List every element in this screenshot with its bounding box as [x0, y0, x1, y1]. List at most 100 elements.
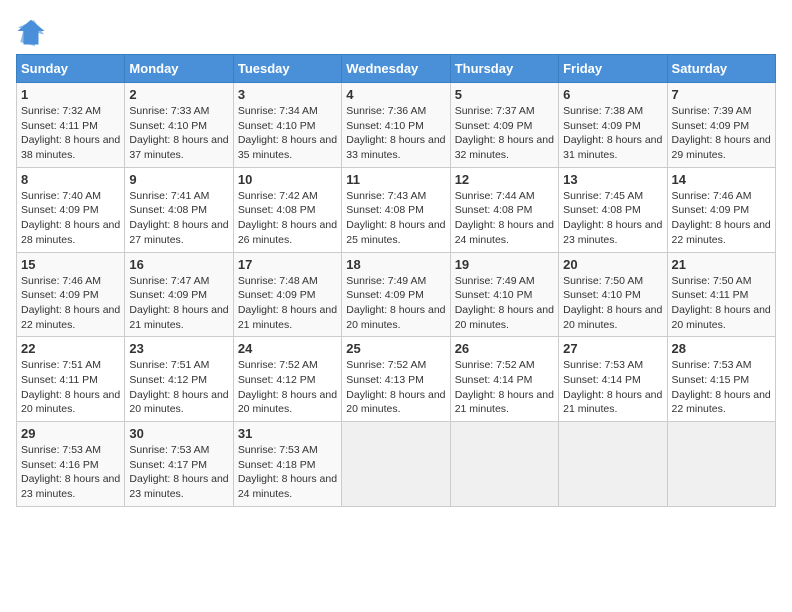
- calendar-cell: 2 Sunrise: 7:33 AMSunset: 4:10 PMDayligh…: [125, 83, 233, 168]
- calendar-cell: 3 Sunrise: 7:34 AMSunset: 4:10 PMDayligh…: [233, 83, 341, 168]
- calendar-cell: 26 Sunrise: 7:52 AMSunset: 4:14 PMDaylig…: [450, 337, 558, 422]
- day-number: 22: [21, 341, 120, 356]
- day-number: 14: [672, 172, 771, 187]
- calendar-cell: [450, 422, 558, 507]
- calendar-week-row: 8 Sunrise: 7:40 AMSunset: 4:09 PMDayligh…: [17, 167, 776, 252]
- day-number: 16: [129, 257, 228, 272]
- day-number: 13: [563, 172, 662, 187]
- calendar-cell: 5 Sunrise: 7:37 AMSunset: 4:09 PMDayligh…: [450, 83, 558, 168]
- day-number: 25: [346, 341, 445, 356]
- calendar-cell: 10 Sunrise: 7:42 AMSunset: 4:08 PMDaylig…: [233, 167, 341, 252]
- day-info: Sunrise: 7:45 AMSunset: 4:08 PMDaylight:…: [563, 190, 662, 246]
- calendar-header-tuesday: Tuesday: [233, 55, 341, 83]
- calendar-cell: 4 Sunrise: 7:36 AMSunset: 4:10 PMDayligh…: [342, 83, 450, 168]
- day-info: Sunrise: 7:50 AMSunset: 4:11 PMDaylight:…: [672, 275, 771, 331]
- day-number: 29: [21, 426, 120, 441]
- calendar-table: SundayMondayTuesdayWednesdayThursdayFrid…: [16, 54, 776, 507]
- calendar-header-row: SundayMondayTuesdayWednesdayThursdayFrid…: [17, 55, 776, 83]
- day-info: Sunrise: 7:53 AMSunset: 4:16 PMDaylight:…: [21, 444, 120, 500]
- day-info: Sunrise: 7:32 AMSunset: 4:11 PMDaylight:…: [21, 105, 120, 161]
- day-info: Sunrise: 7:52 AMSunset: 4:12 PMDaylight:…: [238, 359, 337, 415]
- day-number: 1: [21, 87, 120, 102]
- calendar-cell: 8 Sunrise: 7:40 AMSunset: 4:09 PMDayligh…: [17, 167, 125, 252]
- calendar-cell: 17 Sunrise: 7:48 AMSunset: 4:09 PMDaylig…: [233, 252, 341, 337]
- day-info: Sunrise: 7:46 AMSunset: 4:09 PMDaylight:…: [672, 190, 771, 246]
- day-number: 28: [672, 341, 771, 356]
- day-number: 4: [346, 87, 445, 102]
- logo-icon: [16, 16, 46, 46]
- day-info: Sunrise: 7:39 AMSunset: 4:09 PMDaylight:…: [672, 105, 771, 161]
- day-number: 8: [21, 172, 120, 187]
- day-info: Sunrise: 7:40 AMSunset: 4:09 PMDaylight:…: [21, 190, 120, 246]
- page-header: [16, 16, 776, 46]
- day-number: 31: [238, 426, 337, 441]
- day-number: 23: [129, 341, 228, 356]
- calendar-header-wednesday: Wednesday: [342, 55, 450, 83]
- day-number: 17: [238, 257, 337, 272]
- day-number: 9: [129, 172, 228, 187]
- calendar-cell: 28 Sunrise: 7:53 AMSunset: 4:15 PMDaylig…: [667, 337, 775, 422]
- day-number: 21: [672, 257, 771, 272]
- day-info: Sunrise: 7:41 AMSunset: 4:08 PMDaylight:…: [129, 190, 228, 246]
- calendar-header-friday: Friday: [559, 55, 667, 83]
- day-number: 11: [346, 172, 445, 187]
- calendar-cell: 14 Sunrise: 7:46 AMSunset: 4:09 PMDaylig…: [667, 167, 775, 252]
- day-info: Sunrise: 7:49 AMSunset: 4:09 PMDaylight:…: [346, 275, 445, 331]
- calendar-header-monday: Monday: [125, 55, 233, 83]
- day-info: Sunrise: 7:52 AMSunset: 4:14 PMDaylight:…: [455, 359, 554, 415]
- calendar-week-row: 22 Sunrise: 7:51 AMSunset: 4:11 PMDaylig…: [17, 337, 776, 422]
- calendar-cell: 21 Sunrise: 7:50 AMSunset: 4:11 PMDaylig…: [667, 252, 775, 337]
- calendar-cell: 6 Sunrise: 7:38 AMSunset: 4:09 PMDayligh…: [559, 83, 667, 168]
- calendar-cell: [667, 422, 775, 507]
- calendar-header-thursday: Thursday: [450, 55, 558, 83]
- calendar-header-sunday: Sunday: [17, 55, 125, 83]
- day-info: Sunrise: 7:44 AMSunset: 4:08 PMDaylight:…: [455, 190, 554, 246]
- calendar-cell: 20 Sunrise: 7:50 AMSunset: 4:10 PMDaylig…: [559, 252, 667, 337]
- calendar-cell: 31 Sunrise: 7:53 AMSunset: 4:18 PMDaylig…: [233, 422, 341, 507]
- calendar-header-saturday: Saturday: [667, 55, 775, 83]
- calendar-cell: [559, 422, 667, 507]
- day-info: Sunrise: 7:34 AMSunset: 4:10 PMDaylight:…: [238, 105, 337, 161]
- day-info: Sunrise: 7:48 AMSunset: 4:09 PMDaylight:…: [238, 275, 337, 331]
- day-info: Sunrise: 7:47 AMSunset: 4:09 PMDaylight:…: [129, 275, 228, 331]
- calendar-cell: 23 Sunrise: 7:51 AMSunset: 4:12 PMDaylig…: [125, 337, 233, 422]
- day-number: 24: [238, 341, 337, 356]
- day-number: 26: [455, 341, 554, 356]
- day-info: Sunrise: 7:36 AMSunset: 4:10 PMDaylight:…: [346, 105, 445, 161]
- day-number: 3: [238, 87, 337, 102]
- calendar-cell: 24 Sunrise: 7:52 AMSunset: 4:12 PMDaylig…: [233, 337, 341, 422]
- day-number: 6: [563, 87, 662, 102]
- day-number: 12: [455, 172, 554, 187]
- calendar-cell: 11 Sunrise: 7:43 AMSunset: 4:08 PMDaylig…: [342, 167, 450, 252]
- calendar-cell: 19 Sunrise: 7:49 AMSunset: 4:10 PMDaylig…: [450, 252, 558, 337]
- day-info: Sunrise: 7:42 AMSunset: 4:08 PMDaylight:…: [238, 190, 337, 246]
- calendar-cell: 18 Sunrise: 7:49 AMSunset: 4:09 PMDaylig…: [342, 252, 450, 337]
- day-info: Sunrise: 7:53 AMSunset: 4:14 PMDaylight:…: [563, 359, 662, 415]
- calendar-cell: [342, 422, 450, 507]
- calendar-cell: 1 Sunrise: 7:32 AMSunset: 4:11 PMDayligh…: [17, 83, 125, 168]
- calendar-week-row: 29 Sunrise: 7:53 AMSunset: 4:16 PMDaylig…: [17, 422, 776, 507]
- day-number: 27: [563, 341, 662, 356]
- day-number: 18: [346, 257, 445, 272]
- day-info: Sunrise: 7:49 AMSunset: 4:10 PMDaylight:…: [455, 275, 554, 331]
- calendar-cell: 13 Sunrise: 7:45 AMSunset: 4:08 PMDaylig…: [559, 167, 667, 252]
- day-number: 20: [563, 257, 662, 272]
- day-info: Sunrise: 7:50 AMSunset: 4:10 PMDaylight:…: [563, 275, 662, 331]
- calendar-cell: 7 Sunrise: 7:39 AMSunset: 4:09 PMDayligh…: [667, 83, 775, 168]
- calendar-cell: 30 Sunrise: 7:53 AMSunset: 4:17 PMDaylig…: [125, 422, 233, 507]
- day-number: 5: [455, 87, 554, 102]
- logo: [16, 16, 50, 46]
- calendar-cell: 25 Sunrise: 7:52 AMSunset: 4:13 PMDaylig…: [342, 337, 450, 422]
- calendar-cell: 16 Sunrise: 7:47 AMSunset: 4:09 PMDaylig…: [125, 252, 233, 337]
- calendar-cell: 22 Sunrise: 7:51 AMSunset: 4:11 PMDaylig…: [17, 337, 125, 422]
- day-info: Sunrise: 7:37 AMSunset: 4:09 PMDaylight:…: [455, 105, 554, 161]
- calendar-cell: 27 Sunrise: 7:53 AMSunset: 4:14 PMDaylig…: [559, 337, 667, 422]
- calendar-week-row: 1 Sunrise: 7:32 AMSunset: 4:11 PMDayligh…: [17, 83, 776, 168]
- day-number: 10: [238, 172, 337, 187]
- day-number: 30: [129, 426, 228, 441]
- day-info: Sunrise: 7:33 AMSunset: 4:10 PMDaylight:…: [129, 105, 228, 161]
- day-info: Sunrise: 7:51 AMSunset: 4:11 PMDaylight:…: [21, 359, 120, 415]
- day-info: Sunrise: 7:51 AMSunset: 4:12 PMDaylight:…: [129, 359, 228, 415]
- calendar-cell: 15 Sunrise: 7:46 AMSunset: 4:09 PMDaylig…: [17, 252, 125, 337]
- day-number: 7: [672, 87, 771, 102]
